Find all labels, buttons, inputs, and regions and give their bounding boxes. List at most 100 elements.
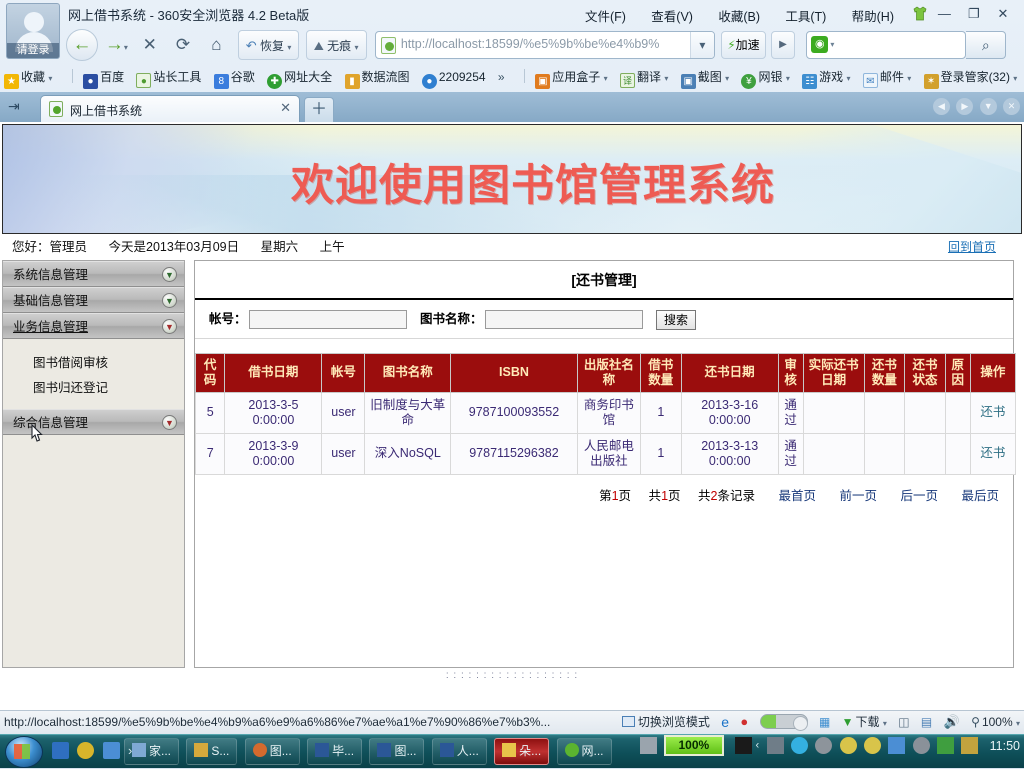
address-bar-text[interactable]: http://localhost:18599/%e5%9b%be%e4%b9% — [401, 37, 688, 51]
forward-button[interactable]: →▾ — [101, 30, 131, 60]
pager-next-link[interactable]: 后一页 — [900, 489, 938, 503]
ie-core-icon[interactable]: e — [721, 714, 729, 730]
pager-first-link[interactable]: 最首页 — [778, 489, 816, 503]
volume-icon[interactable]: 🔊 — [944, 714, 960, 730]
menu-item-tools[interactable]: 工具(T) — [785, 10, 826, 24]
account-input[interactable] — [248, 310, 407, 330]
tab-close-icon[interactable]: ✕ — [280, 100, 291, 116]
bookmark-login-manager[interactable]: ✶ 登录管家(32) ▾ — [923, 66, 1017, 90]
page-tools-icon[interactable]: ▦ — [819, 715, 830, 729]
download-button[interactable]: ▼ 下载 ▾ — [842, 713, 887, 730]
sidebar-group-comprehensive-info[interactable]: 综合信息管理 ▼ — [3, 409, 184, 435]
smiley-icon[interactable] — [790, 737, 808, 754]
taskbar-item-word-2[interactable]: 图... — [369, 738, 425, 765]
avatar-login-label[interactable]: 请登录 — [7, 43, 59, 58]
tab-scroll-left-icon[interactable]: ◀ — [932, 98, 950, 115]
menu-item-favorites[interactable]: 收藏(B) — [718, 10, 760, 24]
safe-shield-icon[interactable]: ● — [740, 714, 748, 729]
pager-prev-link[interactable]: 前一页 — [839, 489, 877, 503]
start-button[interactable] — [2, 735, 46, 769]
show-desktop-icon[interactable] — [52, 742, 69, 759]
power-plug-icon[interactable] — [735, 737, 753, 754]
browse-mode-button[interactable]: 切换浏览模式 — [621, 713, 710, 730]
zoom-control[interactable]: ⚲ 100% ▾ — [971, 715, 1020, 729]
taskbar-item-note-active[interactable]: 朵... — [494, 738, 550, 765]
bookmark-google[interactable]: 8 谷歌 — [213, 66, 255, 89]
address-bar[interactable]: http://localhost:18599/%e5%9b%be%e4%b9% … — [374, 31, 715, 59]
restore-button[interactable]: ❐ — [961, 4, 987, 24]
taskbar-item-tool[interactable]: S... — [186, 738, 238, 765]
search-engine-caret-icon[interactable]: ▾ — [830, 40, 834, 49]
tray-expand-icon[interactable]: ‹ — [756, 740, 760, 752]
gourd-icon[interactable] — [961, 737, 979, 754]
network-icon[interactable] — [766, 737, 784, 754]
battery-indicator[interactable]: 100% — [663, 735, 724, 756]
pager-last-link[interactable]: 最后页 — [961, 489, 999, 503]
menu-item-view[interactable]: 查看(V) — [651, 10, 693, 24]
new-tab-button[interactable]: ＋ — [304, 97, 334, 122]
book-name-input[interactable] — [484, 310, 643, 330]
taskbar-item-app[interactable]: 图... — [244, 738, 300, 765]
search-button[interactable]: 搜索 — [656, 309, 697, 330]
tab-scroll-right-icon[interactable]: ▶ — [956, 98, 974, 115]
bookmark-games[interactable]: ☷ 游戏 ▾ — [802, 66, 851, 90]
keyboard-icon[interactable] — [639, 737, 657, 754]
search-engine-icon[interactable]: ◉ — [811, 36, 829, 53]
bookmark-mail[interactable]: ✉ 邮件 ▾ — [862, 66, 911, 90]
tab-close-all-icon[interactable]: ✕ — [1003, 98, 1020, 115]
taskbar-item-word-3[interactable]: 人... — [431, 738, 487, 765]
incognito-button[interactable]: ⛰ 无痕 ▾ — [305, 30, 367, 60]
bookmark-webmaster-tools[interactable]: ● 站长工具 — [136, 66, 201, 88]
close-button[interactable]: ✕ — [990, 4, 1016, 24]
table-row[interactable]: 7 2013-3-9 0:00:00 user 深入NoSQL 97871152… — [194, 432, 1017, 475]
sidebar-item-book-return-register[interactable]: 图书归还登记 — [3, 374, 184, 399]
sidebar-item-book-borrow-audit[interactable]: 图书借阅审核 — [3, 349, 184, 374]
minimize-button[interactable]: — — [931, 4, 957, 24]
return-book-link[interactable]: 还书 — [980, 405, 1005, 419]
bookmark-hao360[interactable]: ✚ 网址大全 — [267, 66, 332, 89]
sync-icon[interactable] — [888, 737, 906, 754]
search-go-button[interactable]: ⌕ — [966, 31, 1007, 59]
tab-list-icon[interactable]: ▼ — [979, 98, 997, 115]
avatar[interactable]: 请登录 — [6, 3, 60, 59]
tab-wangshang-jieshu-xitong[interactable]: 网上借书系统 ✕ — [40, 95, 300, 122]
bookmark-translate[interactable]: 译翻译 ▾ — [620, 66, 668, 90]
taskbar-item-word-1[interactable]: 毕... — [307, 738, 363, 765]
back-button[interactable]: ← — [66, 29, 98, 61]
360-safe-icon[interactable] — [77, 742, 95, 759]
return-book-link[interactable]: 还书 — [980, 446, 1005, 460]
skin-shirt-icon[interactable] — [912, 6, 928, 21]
go-button[interactable]: ▶ — [770, 31, 795, 59]
sidebar-group-basic-info[interactable]: 基础信息管理 ▼ — [3, 287, 184, 313]
panel-toggle-icon[interactable]: ⇥ — [8, 98, 30, 116]
accelerate-button[interactable]: ⚡加速 — [721, 31, 766, 59]
reload-button[interactable]: ⟳ — [168, 30, 198, 60]
sidebar-toggle-icon[interactable]: ◫ — [898, 715, 909, 729]
penguin-gray-icon[interactable] — [815, 737, 833, 754]
bookmark-screenshot[interactable]: ▣ 截图 ▾ — [680, 66, 729, 90]
shield-icon[interactable] — [936, 737, 954, 754]
resize-grip[interactable]: : : : : : : : : : : : : : : : : : : — [0, 670, 1024, 681]
bookmark-appbox[interactable]: ▣ 应用盒子 ▾ — [535, 66, 608, 90]
bookmark-baidu[interactable]: ● 百度 — [83, 66, 124, 89]
menu-item-file[interactable]: 文件(F) — [585, 10, 626, 24]
search-input[interactable]: ◉ ▾ — [806, 31, 967, 59]
sidebar-group-business-info[interactable]: 业务信息管理 ▼ — [3, 313, 184, 339]
menu-item-help[interactable]: 帮助(H) — [852, 10, 894, 24]
home-button[interactable]: ⌂ — [201, 30, 231, 60]
bookmark-favorites[interactable]: ★ 收藏 ▾ — [4, 66, 52, 90]
clock[interactable]: 11:50 — [990, 739, 1020, 753]
stop-button[interactable]: ✕ — [135, 30, 165, 60]
media-icon[interactable] — [102, 742, 120, 759]
screenshot-status-icon[interactable]: ▤ — [921, 715, 932, 729]
bookmark-dataflow[interactable]: ▮ 数据流图 — [344, 66, 410, 89]
taskbar-item-explorer[interactable]: 家... — [124, 738, 180, 765]
mode-toggle[interactable] — [759, 714, 808, 731]
table-row[interactable]: 5 2013-3-5 0:00:00 user 旧制度与大革命 97871000… — [194, 391, 1017, 434]
address-dropdown-icon[interactable]: ▾ — [689, 32, 714, 58]
qq-penguin-1-icon[interactable] — [839, 737, 857, 754]
restore-session-button[interactable]: ↶ 恢复 ▾ — [237, 30, 300, 60]
sidebar-group-system-info[interactable]: 系统信息管理 ▼ — [3, 261, 184, 287]
qq-penguin-2-icon[interactable] — [863, 737, 881, 754]
taskbar-item-browser[interactable]: 网... — [556, 738, 612, 765]
